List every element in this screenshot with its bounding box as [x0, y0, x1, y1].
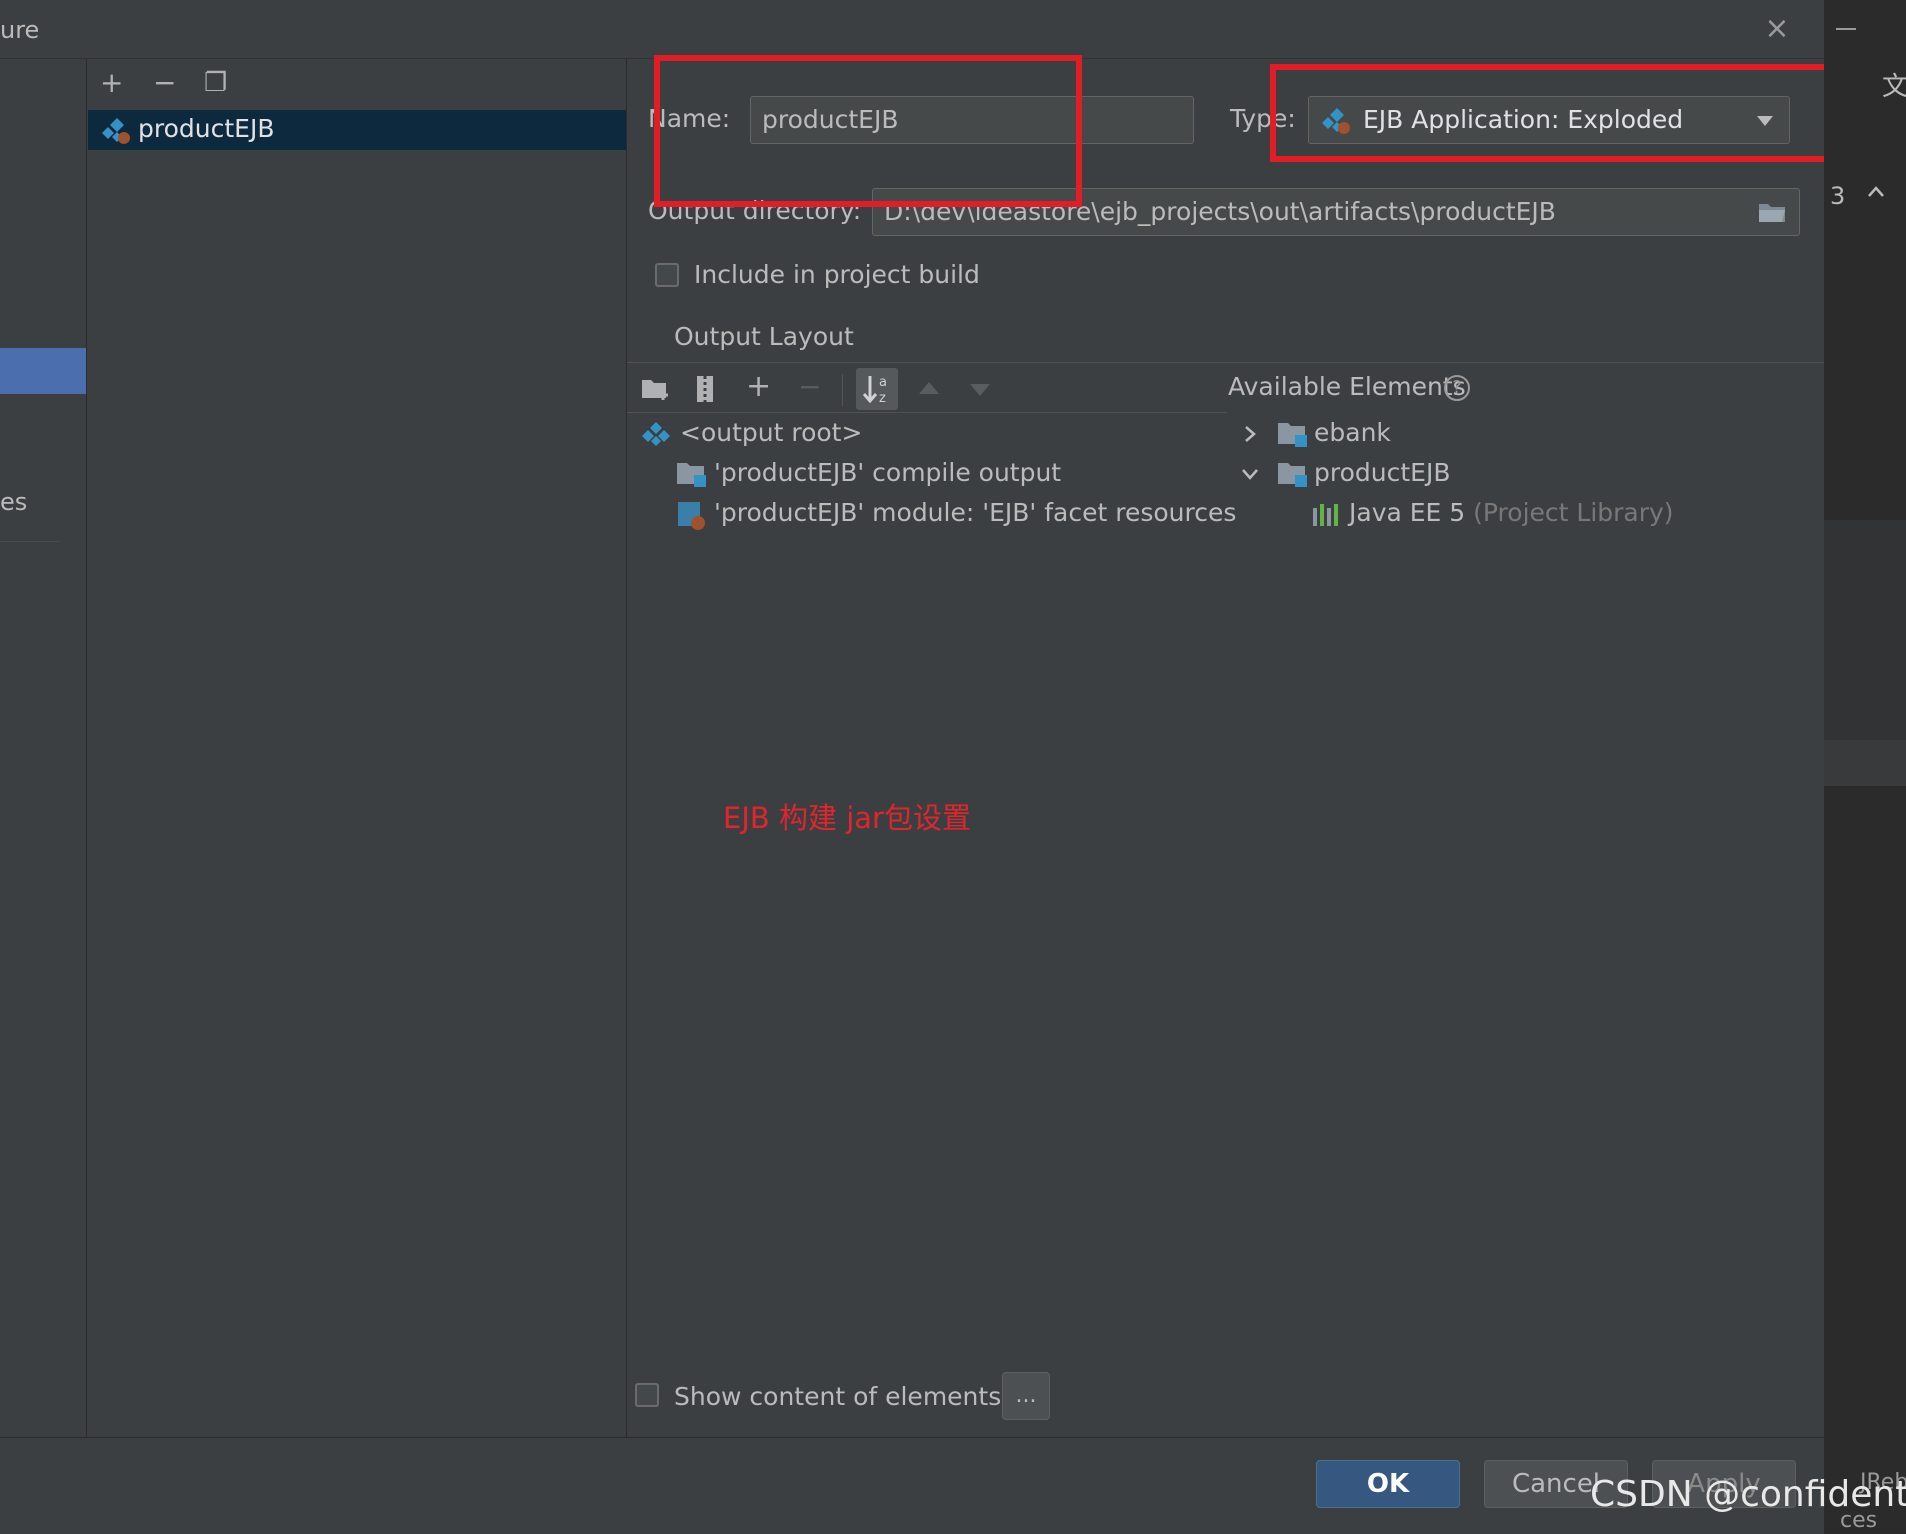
show-content-options-button[interactable]: ... — [1002, 1372, 1050, 1420]
settings-nav — [0, 59, 87, 1437]
available-elements-title: Available Elements — [1228, 372, 1466, 401]
compile-output-folder-icon — [677, 463, 706, 487]
tab-output-layout[interactable]: Output Layout — [674, 322, 854, 351]
tree-item-compile-output[interactable]: 'productEJB' compile output — [714, 458, 1061, 487]
translate-icon[interactable]: 文 — [1882, 66, 1906, 103]
library-icon — [1313, 504, 1338, 526]
toolbar-separator — [842, 374, 843, 406]
ejb-artifact-icon — [102, 118, 130, 144]
occurrence-count: 3 — [1830, 182, 1846, 210]
folder-browse-icon[interactable] — [1757, 200, 1787, 224]
copy-artifact-icon[interactable]: ❐ — [204, 68, 227, 98]
include-build-checkbox[interactable] — [655, 263, 679, 287]
editor-line-highlight — [1824, 740, 1906, 786]
remove-artifact-icon[interactable]: − — [153, 68, 176, 98]
nav-divider — [0, 541, 60, 542]
ok-button[interactable]: OK — [1316, 1460, 1460, 1508]
csdn-watermark: CSDN @confident3 — [1590, 1474, 1906, 1515]
include-build-label: Include in project build — [694, 260, 980, 289]
tree-item-output-root[interactable]: <output root> — [680, 418, 862, 447]
close-icon[interactable]: × — [1762, 14, 1792, 44]
name-highlight-box — [654, 55, 1082, 207]
add-element-icon[interactable]: + — [746, 372, 771, 402]
tree-item-facet-resources[interactable]: 'productEJB' module: 'EJB' facet resourc… — [714, 498, 1236, 527]
sort-elements-button[interactable]: a z — [856, 368, 898, 410]
artifacts-panel — [87, 59, 627, 1437]
nav-item-partial[interactable]: es — [0, 488, 27, 516]
create-directory-icon[interactable] — [641, 376, 671, 402]
create-archive-icon[interactable] — [694, 374, 716, 404]
annotation-text: EJB 构建 jar包设置 — [723, 801, 971, 835]
tree-header-divider — [627, 412, 1227, 413]
move-down-icon[interactable] — [968, 382, 992, 398]
add-artifact-icon[interactable]: + — [100, 68, 123, 98]
nav-item-selected[interactable] — [0, 348, 86, 394]
editor-region — [1824, 520, 1906, 740]
available-item-ebank[interactable]: ebank — [1314, 418, 1391, 447]
show-content-checkbox[interactable] — [635, 1383, 659, 1407]
move-up-icon[interactable] — [917, 380, 941, 396]
svg-text:z: z — [879, 391, 886, 406]
module-folder-icon — [1278, 423, 1307, 447]
help-icon[interactable]: ? — [1444, 375, 1470, 401]
output-root-icon — [642, 422, 670, 446]
library-name: Java EE 5 — [1349, 498, 1466, 527]
remove-element-icon[interactable]: − — [798, 372, 821, 402]
chevron-right-icon[interactable] — [1242, 424, 1258, 444]
show-content-label: Show content of elements — [674, 1382, 1002, 1411]
available-item-productejb[interactable]: productEJB — [1314, 458, 1450, 487]
minimize-icon[interactable] — [1836, 28, 1856, 30]
module-folder-icon — [1278, 463, 1307, 487]
chevron-down-icon[interactable] — [1240, 466, 1260, 482]
dialog-title: ure — [0, 16, 40, 44]
available-item-javaee[interactable]: Java EE 5 (Project Library) — [1349, 498, 1674, 527]
dialog-titlebar: ure × — [0, 0, 1824, 59]
sort-az-icon: a z — [862, 375, 887, 406]
type-highlight-box — [1270, 64, 1840, 162]
facet-resources-icon — [678, 502, 705, 530]
svg-text:a: a — [879, 375, 887, 390]
library-suffix: (Project Library) — [1473, 498, 1674, 527]
artifact-name: productEJB — [138, 114, 275, 143]
chevron-up-icon[interactable] — [1866, 184, 1886, 200]
layout-divider — [627, 362, 1824, 363]
